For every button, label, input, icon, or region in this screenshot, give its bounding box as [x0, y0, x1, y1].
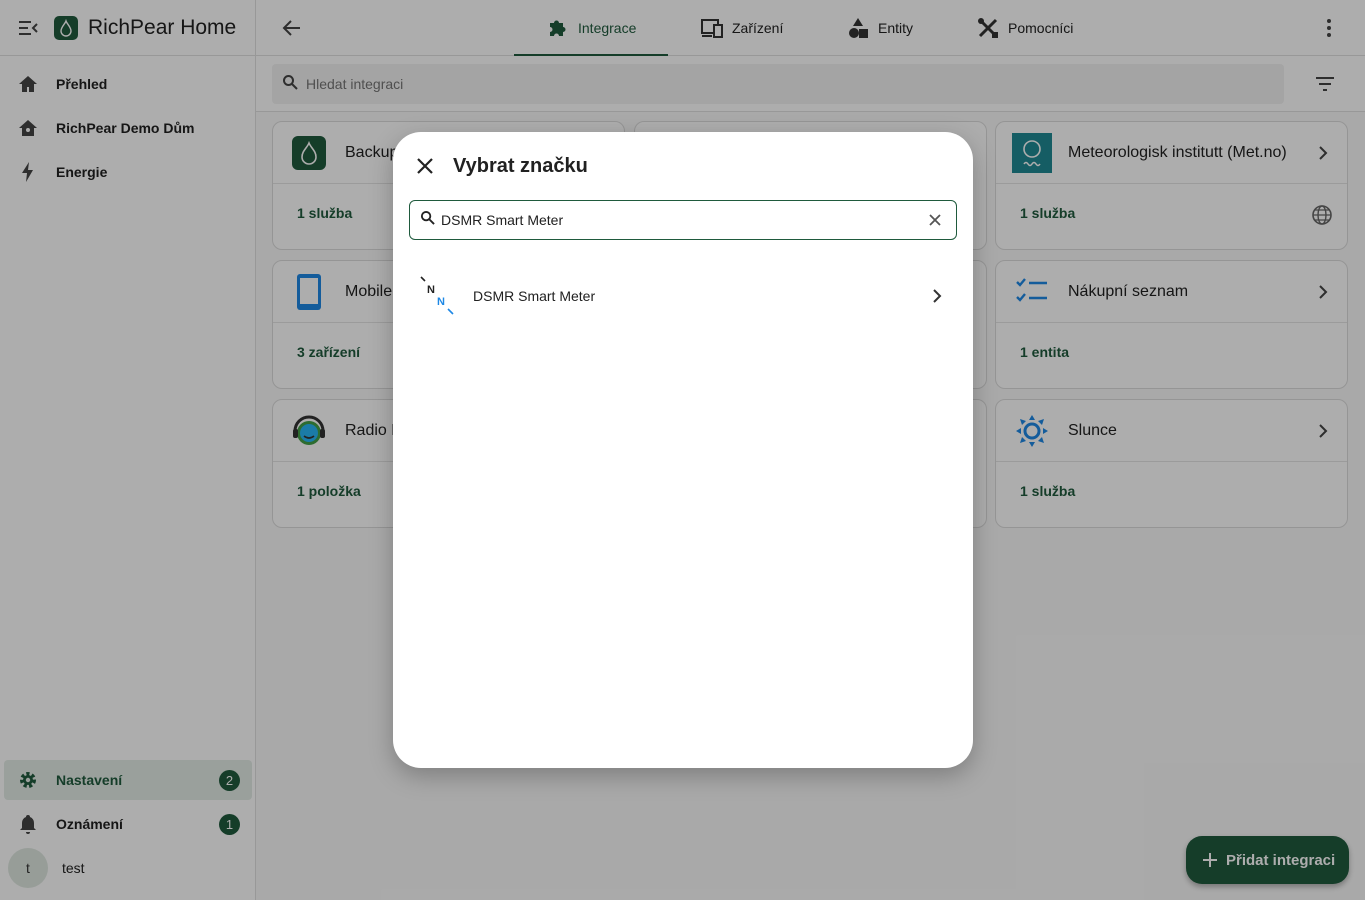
chevron-right-icon [925, 284, 949, 308]
brand-search-field [409, 200, 957, 240]
dsmr-logo-icon: NN [419, 275, 455, 317]
svg-text:N: N [437, 296, 445, 308]
dialog-title: Vybrat značku [453, 155, 588, 177]
brand-search-input[interactable] [441, 212, 911, 228]
close-icon[interactable] [413, 154, 437, 178]
search-icon [420, 210, 435, 230]
brand-picker-dialog: Vybrat značku NN DSMR Smart Meter [393, 132, 973, 768]
svg-text:N: N [427, 284, 435, 296]
brand-result-item[interactable]: NN DSMR Smart Meter [393, 270, 973, 322]
brand-result-label: DSMR Smart Meter [473, 288, 596, 304]
clear-icon[interactable] [926, 211, 944, 229]
